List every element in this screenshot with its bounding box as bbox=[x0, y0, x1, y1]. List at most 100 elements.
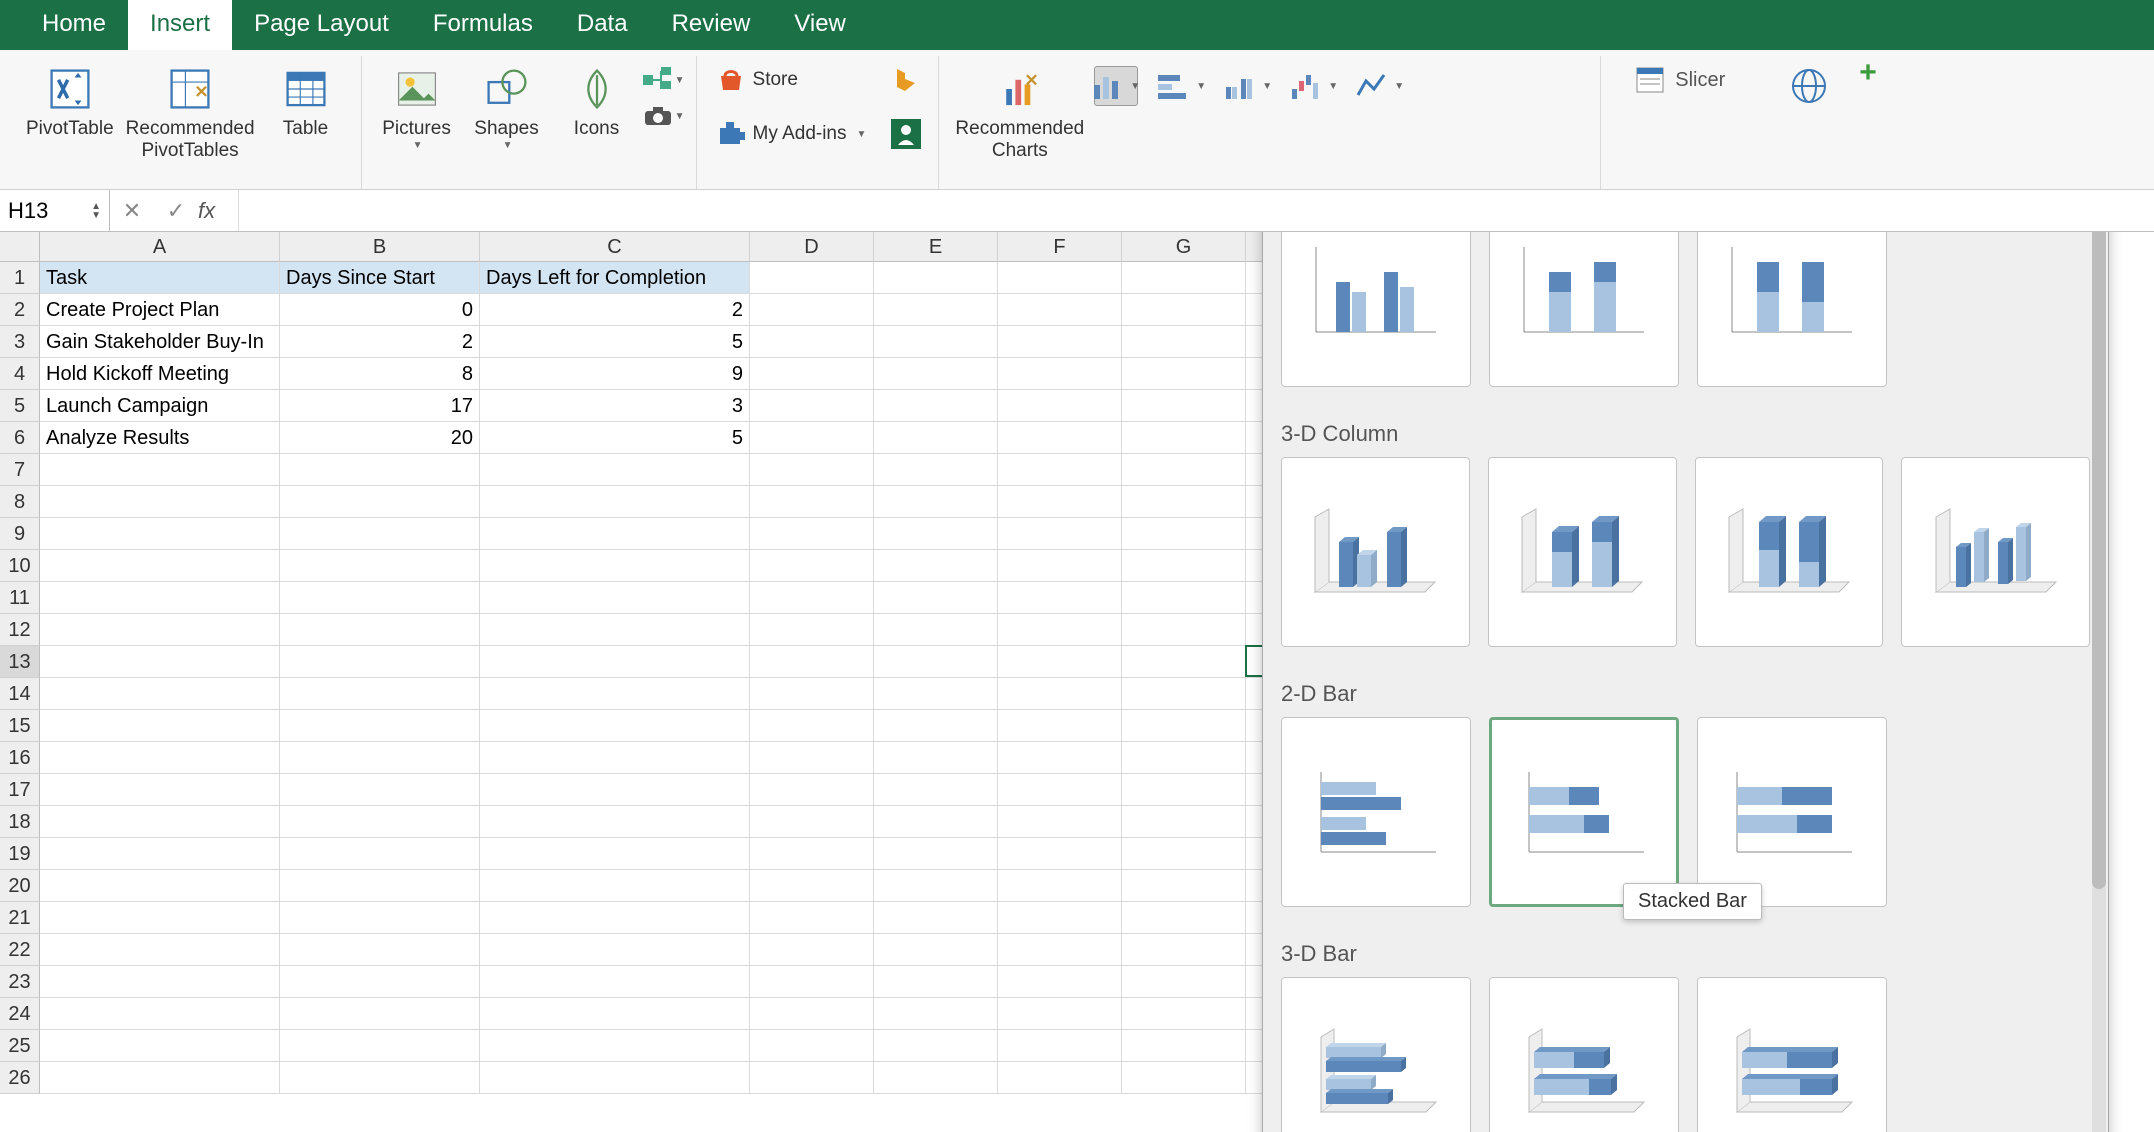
scrollbar-thumb[interactable] bbox=[2092, 232, 2106, 889]
row-header-15[interactable]: 15 bbox=[0, 710, 40, 742]
cell-E6[interactable] bbox=[874, 422, 998, 454]
column-chart-dropdown[interactable]: ▼ bbox=[1094, 66, 1138, 106]
cell-F13[interactable] bbox=[998, 646, 1122, 678]
cell-G10[interactable] bbox=[1122, 550, 1246, 582]
row-header-25[interactable]: 25 bbox=[0, 1030, 40, 1062]
cell-A12[interactable] bbox=[40, 614, 280, 646]
cell-D17[interactable] bbox=[750, 774, 874, 806]
cell-G26[interactable] bbox=[1122, 1062, 1246, 1094]
cell-D23[interactable] bbox=[750, 966, 874, 998]
row-header-7[interactable]: 7 bbox=[0, 454, 40, 486]
cell-C17[interactable] bbox=[480, 774, 750, 806]
cell-F23[interactable] bbox=[998, 966, 1122, 998]
menu-tab-review[interactable]: Review bbox=[650, 0, 773, 50]
bing-maps-button[interactable] bbox=[888, 62, 924, 98]
cell-A25[interactable] bbox=[40, 1030, 280, 1062]
cell-B18[interactable] bbox=[280, 806, 480, 838]
bar-chart-dropdown[interactable]: ▼ bbox=[1160, 66, 1204, 106]
cell-G24[interactable] bbox=[1122, 998, 1246, 1030]
chart-tile-clustered-column[interactable] bbox=[1281, 232, 1471, 387]
menu-tab-formulas[interactable]: Formulas bbox=[411, 0, 555, 50]
row-header-6[interactable]: 6 bbox=[0, 422, 40, 454]
cell-B13[interactable] bbox=[280, 646, 480, 678]
row-header-17[interactable]: 17 bbox=[0, 774, 40, 806]
cell-F3[interactable] bbox=[998, 326, 1122, 358]
cell-A19[interactable] bbox=[40, 838, 280, 870]
cell-E11[interactable] bbox=[874, 582, 998, 614]
cell-F10[interactable] bbox=[998, 550, 1122, 582]
cell-F14[interactable] bbox=[998, 678, 1122, 710]
cell-E9[interactable] bbox=[874, 518, 998, 550]
cell-B15[interactable] bbox=[280, 710, 480, 742]
cell-D15[interactable] bbox=[750, 710, 874, 742]
row-header-1[interactable]: 1 bbox=[0, 262, 40, 294]
chart-tile-3d-stacked-column[interactable] bbox=[1488, 457, 1677, 647]
cell-B2[interactable]: 0 bbox=[280, 294, 480, 326]
cell-G19[interactable] bbox=[1122, 838, 1246, 870]
cell-C15[interactable] bbox=[480, 710, 750, 742]
cell-G2[interactable] bbox=[1122, 294, 1246, 326]
cell-E20[interactable] bbox=[874, 870, 998, 902]
cell-B10[interactable] bbox=[280, 550, 480, 582]
cell-D22[interactable] bbox=[750, 934, 874, 966]
cell-C23[interactable] bbox=[480, 966, 750, 998]
cell-E5[interactable] bbox=[874, 390, 998, 422]
column-header-F[interactable]: F bbox=[998, 232, 1122, 262]
cell-G21[interactable] bbox=[1122, 902, 1246, 934]
row-header-9[interactable]: 9 bbox=[0, 518, 40, 550]
cell-A4[interactable]: Hold Kickoff Meeting bbox=[40, 358, 280, 390]
cell-D7[interactable] bbox=[750, 454, 874, 486]
cell-E8[interactable] bbox=[874, 486, 998, 518]
cell-B9[interactable] bbox=[280, 518, 480, 550]
cell-E25[interactable] bbox=[874, 1030, 998, 1062]
cell-D19[interactable] bbox=[750, 838, 874, 870]
cell-A1[interactable]: Task bbox=[40, 262, 280, 294]
cell-C2[interactable]: 2 bbox=[480, 294, 750, 326]
cell-C18[interactable] bbox=[480, 806, 750, 838]
cell-F4[interactable] bbox=[998, 358, 1122, 390]
cell-F15[interactable] bbox=[998, 710, 1122, 742]
my-addins-button[interactable]: My Add-ins▼ bbox=[711, 116, 873, 152]
cell-D13[interactable] bbox=[750, 646, 874, 678]
table-button[interactable]: Table bbox=[261, 56, 351, 140]
cell-B5[interactable]: 17 bbox=[280, 390, 480, 422]
cell-A14[interactable] bbox=[40, 678, 280, 710]
cell-C9[interactable] bbox=[480, 518, 750, 550]
chart-tile-3d-100-stacked-column[interactable] bbox=[1695, 457, 1884, 647]
cell-B19[interactable] bbox=[280, 838, 480, 870]
cell-G1[interactable] bbox=[1122, 262, 1246, 294]
column-header-E[interactable]: E bbox=[874, 232, 998, 262]
cell-F6[interactable] bbox=[998, 422, 1122, 454]
cell-C21[interactable] bbox=[480, 902, 750, 934]
cell-E4[interactable] bbox=[874, 358, 998, 390]
store-button[interactable]: Store bbox=[711, 62, 873, 98]
cell-F9[interactable] bbox=[998, 518, 1122, 550]
column-header-C[interactable]: C bbox=[480, 232, 750, 262]
cell-B24[interactable] bbox=[280, 998, 480, 1030]
cell-F26[interactable] bbox=[998, 1062, 1122, 1094]
cell-E16[interactable] bbox=[874, 742, 998, 774]
cell-D11[interactable] bbox=[750, 582, 874, 614]
row-header-23[interactable]: 23 bbox=[0, 966, 40, 998]
cell-E1[interactable] bbox=[874, 262, 998, 294]
cell-D12[interactable] bbox=[750, 614, 874, 646]
name-box[interactable]: H13 ▲▼ bbox=[0, 190, 110, 231]
cell-E7[interactable] bbox=[874, 454, 998, 486]
enter-formula-button[interactable]: ✓ bbox=[154, 198, 198, 224]
chart-tile-100-stacked-bar[interactable] bbox=[1697, 717, 1887, 907]
line-chart-dropdown[interactable]: ▼ bbox=[1358, 66, 1402, 106]
row-header-24[interactable]: 24 bbox=[0, 998, 40, 1030]
icons-button[interactable]: Icons bbox=[552, 56, 642, 140]
cell-B16[interactable] bbox=[280, 742, 480, 774]
cell-D1[interactable] bbox=[750, 262, 874, 294]
column-header-B[interactable]: B bbox=[280, 232, 480, 262]
cell-C22[interactable] bbox=[480, 934, 750, 966]
cell-B11[interactable] bbox=[280, 582, 480, 614]
row-header-11[interactable]: 11 bbox=[0, 582, 40, 614]
cell-D2[interactable] bbox=[750, 294, 874, 326]
cell-A8[interactable] bbox=[40, 486, 280, 518]
cell-F19[interactable] bbox=[998, 838, 1122, 870]
cell-C19[interactable] bbox=[480, 838, 750, 870]
cell-D3[interactable] bbox=[750, 326, 874, 358]
cell-F5[interactable] bbox=[998, 390, 1122, 422]
